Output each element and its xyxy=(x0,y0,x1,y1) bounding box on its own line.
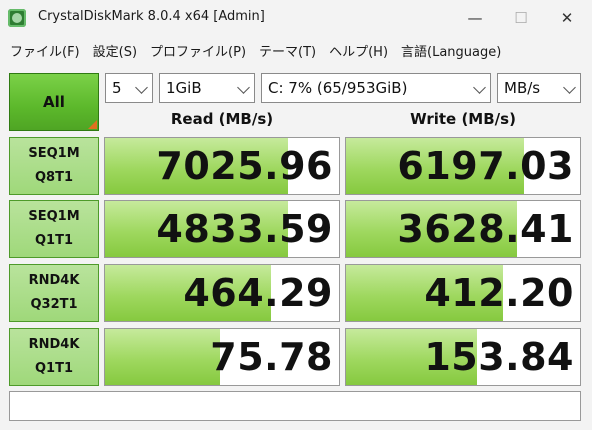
test-size-value: 1GiB xyxy=(166,79,202,97)
test-name: SEQ1M xyxy=(28,209,80,224)
menu-language[interactable]: 言語(Language) xyxy=(397,41,505,60)
write-score: 412.20 xyxy=(424,271,574,315)
test-count-value: 5 xyxy=(112,79,122,97)
test-count-select[interactable]: 5 xyxy=(105,73,153,103)
minimize-button[interactable]: — xyxy=(452,0,498,36)
test-queue: Q32T1 xyxy=(30,297,78,312)
test-name: SEQ1M xyxy=(28,146,80,161)
menu-theme[interactable]: テーマ(T) xyxy=(255,41,320,60)
read-result-cell: 75.78 xyxy=(104,328,340,386)
menu-file[interactable]: ファイル(F) xyxy=(6,41,84,60)
read-score: 4833.59 xyxy=(156,207,333,251)
write-score: 6197.03 xyxy=(397,144,574,188)
read-score: 464.29 xyxy=(183,271,333,315)
maximize-button[interactable]: ☐ xyxy=(498,0,544,36)
chevron-down-icon xyxy=(473,81,486,94)
unit-value: MB/s xyxy=(504,79,541,97)
app-icon xyxy=(8,9,26,27)
test-button-seq1m-q1t1[interactable]: SEQ1M Q1T1 xyxy=(9,200,99,258)
write-result-cell: 153.84 xyxy=(345,328,581,386)
test-queue: Q1T1 xyxy=(34,361,73,376)
read-score-bar xyxy=(105,329,220,385)
chevron-down-icon xyxy=(135,81,148,94)
test-name: RND4K xyxy=(28,337,80,352)
read-result-cell: 7025.96 xyxy=(104,137,340,195)
chevron-down-icon xyxy=(563,81,576,94)
test-button-rnd4k-q1t1[interactable]: RND4K Q1T1 xyxy=(9,328,99,386)
window-title: CrystalDiskMark 8.0.4 x64 [Admin] xyxy=(38,9,265,24)
all-button[interactable]: All xyxy=(9,73,99,131)
read-header: Read (MB/s) xyxy=(170,110,274,128)
drive-select[interactable]: C: 7% (65/953GiB) xyxy=(261,73,491,103)
write-score: 3628.41 xyxy=(397,207,574,251)
write-result-cell: 412.20 xyxy=(345,264,581,322)
write-score: 153.84 xyxy=(424,335,574,379)
read-score: 7025.96 xyxy=(156,144,333,188)
test-name: RND4K xyxy=(28,273,80,288)
test-button-seq1m-q8t1[interactable]: SEQ1M Q8T1 xyxy=(9,137,99,195)
close-button[interactable]: ✕ xyxy=(544,0,590,36)
write-result-cell: 3628.41 xyxy=(345,200,581,258)
menu-settings[interactable]: 設定(S) xyxy=(89,41,141,60)
write-result-cell: 6197.03 xyxy=(345,137,581,195)
menu-help[interactable]: ヘルプ(H) xyxy=(325,41,392,60)
all-button-label: All xyxy=(43,93,65,111)
test-queue: Q1T1 xyxy=(34,233,73,248)
title-bar: CrystalDiskMark 8.0.4 x64 [Admin] — ☐ ✕ xyxy=(0,0,592,36)
read-score: 75.78 xyxy=(210,335,333,379)
comment-field[interactable] xyxy=(9,391,581,421)
read-result-cell: 464.29 xyxy=(104,264,340,322)
drive-value: C: 7% (65/953GiB) xyxy=(268,79,408,97)
read-result-cell: 4833.59 xyxy=(104,200,340,258)
corner-marker xyxy=(88,120,97,129)
test-queue: Q8T1 xyxy=(34,170,73,185)
unit-select[interactable]: MB/s xyxy=(497,73,581,103)
test-button-rnd4k-q32t1[interactable]: RND4K Q32T1 xyxy=(9,264,99,322)
menu-bar: ファイル(F) 設定(S) プロファイル(P) テーマ(T) ヘルプ(H) 言語… xyxy=(0,36,592,64)
chevron-down-icon xyxy=(237,81,250,94)
menu-profile[interactable]: プロファイル(P) xyxy=(146,41,250,60)
test-size-select[interactable]: 1GiB xyxy=(159,73,255,103)
write-header: Write (MB/s) xyxy=(410,110,516,128)
